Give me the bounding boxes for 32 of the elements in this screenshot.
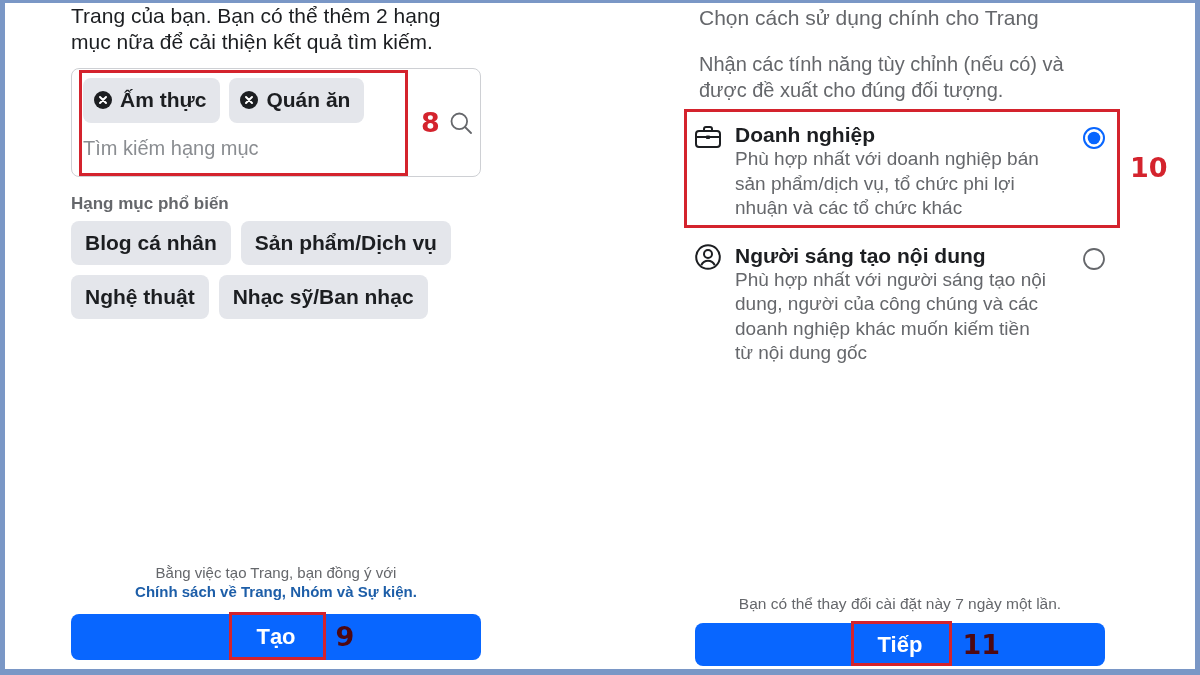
subtitle-text: Nhận các tính năng tùy chỉnh (nếu có) và được đề xuất cho đúng đối tượng. <box>699 52 1065 103</box>
page-heading: Chọn cách sử dụng chính cho Trang <box>699 5 1040 31</box>
callout-number: 11 <box>962 628 1000 661</box>
callout-number: 8 <box>421 106 440 139</box>
category-tag[interactable]: Ấm thực <box>83 77 221 123</box>
callout-number: 9 <box>335 621 355 653</box>
category-tag[interactable]: Quán ăn <box>229 77 365 123</box>
callout-number: 10 <box>1130 152 1168 185</box>
search-field[interactable]: Ấm thực Quán ăn Tìm kiếm hạng mục 8 <box>71 68 481 177</box>
category-chip[interactable]: Blog cá nhân <box>71 221 231 265</box>
close-icon[interactable] <box>240 91 259 109</box>
option-title[interactable]: Doanh nghiệp <box>735 123 1069 147</box>
option-title[interactable]: Người sáng tạo nội dung <box>735 243 1069 268</box>
category-chip[interactable]: Nhạc sỹ/Ban nhạc <box>218 275 428 319</box>
primary-button[interactable]: Tiếp 11 <box>695 623 1105 666</box>
user-circle-icon <box>695 243 721 270</box>
primary-button[interactable]: Tạo 9 <box>71 614 481 660</box>
terms-text: Bằng việc tạo Trang, bạn đồng ý với Chính sách về Trang, Nhóm và Sự kiện. <box>134 563 418 601</box>
option-description: Phù hợp nhất với doanh nghiệp bán sản phẩm/dịch vụ, tổ chức phi lợi nhuận và các tổ chức khác <box>735 147 1040 220</box>
search-input[interactable]: Tìm kiếm hạng mục <box>83 132 373 165</box>
intro-text: Trang của bạn. Bạn có thể thêm 2 hạng mục nữa để cải thiện kết quả tìm kiếm. <box>71 3 442 55</box>
radio-button[interactable] <box>1083 127 1105 149</box>
search-icon[interactable] <box>450 111 472 134</box>
category-chip[interactable]: Nghệ thuật <box>71 275 209 319</box>
section-label: Hạng mục phổ biến <box>71 194 230 214</box>
note-text: Bạn có thể thay đổi cài đặt này 7 ngày một lần. <box>737 594 1063 613</box>
close-icon[interactable] <box>94 91 112 109</box>
category-chip[interactable]: Sản phẩm/Dịch vụ <box>240 221 451 265</box>
radio-button[interactable] <box>1083 247 1105 270</box>
option-description: Phù hợp nhất với người sáng tạo nội dung, người của công chúng và các doanh nghiệp khác muốn kiếm tiền từ nội dung gốc <box>735 267 1047 365</box>
briefcase-icon <box>695 126 721 148</box>
policy-link[interactable]: Chính sách về Trang, Nhóm và Sự kiện. <box>135 583 417 600</box>
